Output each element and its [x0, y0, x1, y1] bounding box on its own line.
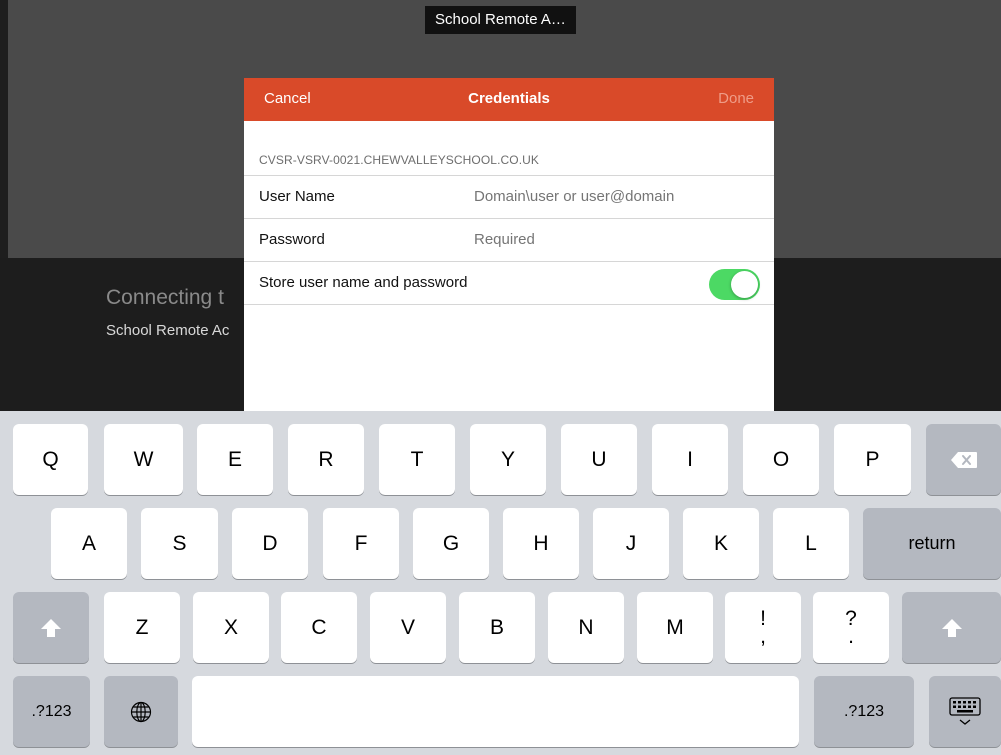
key-w[interactable]: W	[104, 424, 183, 495]
toggle-knob	[731, 271, 758, 298]
shift-icon	[41, 618, 61, 637]
password-label: Password	[259, 231, 325, 248]
globe-key[interactable]	[104, 676, 178, 747]
key-m[interactable]: M	[637, 592, 713, 663]
key-question-period[interactable]: ? .	[813, 592, 889, 663]
username-field[interactable]	[474, 188, 754, 205]
password-field[interactable]	[474, 231, 754, 248]
username-label: User Name	[259, 188, 335, 205]
server-name: CVSR-VSRV-0021.CHEWVALLEYSCHOOL.CO.UK	[259, 153, 540, 167]
key-a[interactable]: A	[51, 508, 127, 579]
keyboard-dismiss-icon	[949, 696, 981, 725]
key-u[interactable]: U	[561, 424, 637, 495]
window-title: School Remote A…	[425, 6, 576, 34]
comma-glyph: ,	[760, 624, 766, 648]
key-n[interactable]: N	[548, 592, 624, 663]
password-row[interactable]: Password	[244, 218, 774, 261]
key-y[interactable]: Y	[470, 424, 546, 495]
dialog-nav-bar: Cancel Credentials Done	[244, 78, 774, 121]
key-g[interactable]: G	[413, 508, 489, 579]
key-z[interactable]: Z	[104, 592, 180, 663]
backspace-key[interactable]	[926, 424, 1001, 495]
key-o[interactable]: O	[743, 424, 819, 495]
key-exclamation-comma[interactable]: ! ,	[725, 592, 801, 663]
numbers-key-right[interactable]: .?123	[814, 676, 914, 747]
dismiss-keyboard-key[interactable]	[929, 676, 1001, 747]
return-key[interactable]: return	[863, 508, 1001, 579]
key-e[interactable]: E	[197, 424, 273, 495]
key-c[interactable]: C	[281, 592, 357, 663]
key-x[interactable]: X	[193, 592, 269, 663]
key-b[interactable]: B	[459, 592, 535, 663]
credentials-dialog: Cancel Credentials Done CVSR-VSRV-0021.C…	[244, 78, 774, 418]
period-glyph: .	[848, 624, 854, 648]
connecting-subtext: School Remote Ac	[106, 322, 230, 339]
key-v[interactable]: V	[370, 592, 446, 663]
shift-key-left[interactable]	[13, 592, 89, 663]
store-credentials-label: Store user name and password	[259, 274, 468, 291]
shift-key-right[interactable]	[902, 592, 1001, 663]
key-s[interactable]: S	[141, 508, 218, 579]
globe-icon	[130, 701, 152, 722]
store-credentials-toggle[interactable]	[709, 269, 760, 300]
connecting-text: Connecting t	[106, 286, 224, 309]
key-r[interactable]: R	[288, 424, 364, 495]
divider	[244, 304, 774, 305]
shift-icon	[941, 618, 962, 637]
key-j[interactable]: J	[593, 508, 669, 579]
numbers-key-left[interactable]: .?123	[13, 676, 90, 747]
key-l[interactable]: L	[773, 508, 849, 579]
key-f[interactable]: F	[323, 508, 399, 579]
on-screen-keyboard: Q W E R T Y U I O P A S D F G H J K L re…	[0, 411, 1001, 755]
space-bar[interactable]	[192, 676, 799, 747]
key-t[interactable]: T	[379, 424, 455, 495]
key-k[interactable]: K	[683, 508, 759, 579]
dialog-title: Credentials	[468, 90, 550, 107]
store-credentials-row: Store user name and password	[244, 261, 774, 304]
key-p[interactable]: P	[834, 424, 911, 495]
key-i[interactable]: I	[652, 424, 728, 495]
backspace-icon	[950, 451, 977, 468]
key-h[interactable]: H	[503, 508, 579, 579]
key-q[interactable]: Q	[13, 424, 88, 495]
done-button[interactable]: Done	[718, 90, 754, 107]
key-d[interactable]: D	[232, 508, 308, 579]
username-row[interactable]: User Name	[244, 175, 774, 218]
